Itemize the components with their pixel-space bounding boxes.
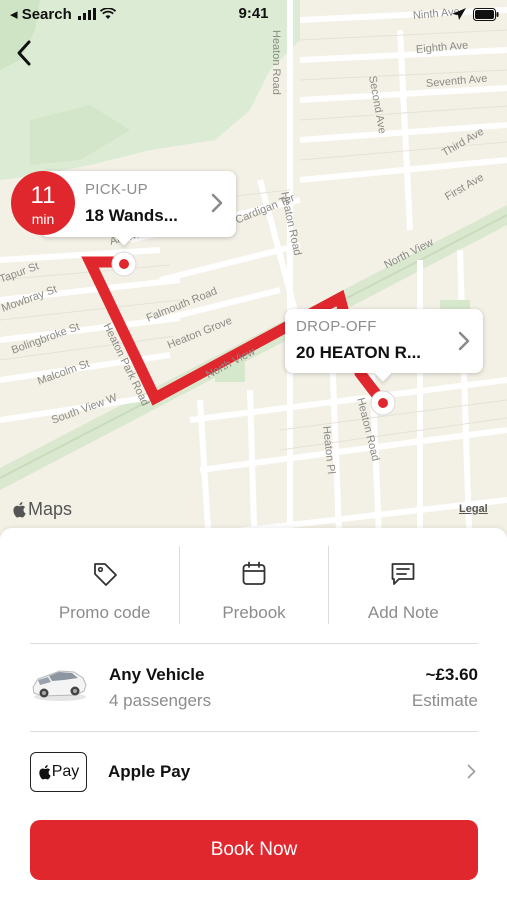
apple-maps-logo: Maps	[12, 499, 72, 520]
payment-method-row[interactable]: Pay Apple Pay	[30, 750, 478, 794]
divider	[30, 731, 478, 732]
add-note-button[interactable]: Add Note	[329, 546, 478, 626]
legal-link[interactable]: Legal	[459, 503, 488, 515]
wifi-icon	[100, 8, 116, 19]
status-bar: ◂ Search 9:41	[0, 0, 507, 28]
battery-icon	[473, 7, 499, 21]
apple-logo-icon	[39, 765, 51, 780]
payment-method-label: Apple Pay	[108, 762, 191, 781]
street-label: Heaton Road	[270, 30, 282, 95]
signal-wifi-icons	[78, 8, 116, 20]
location-arrow-icon	[452, 8, 466, 20]
status-time: 9:41	[238, 5, 269, 22]
eta-minutes: 11	[30, 182, 56, 209]
back-chevron-icon[interactable]	[10, 38, 40, 68]
fare-price: ~£3.60	[425, 665, 478, 684]
dropoff-callout[interactable]: DROP-OFF 20 HEATON R...	[285, 309, 483, 382]
status-icons	[451, 6, 499, 22]
tag-icon	[93, 563, 117, 586]
apple-pay-badge: Pay	[30, 752, 87, 792]
dropoff-address: 20 HEATON R...	[296, 343, 422, 362]
vehicle-name: Any Vehicle	[109, 665, 205, 684]
quick-actions: Promo code Prebook Add Note	[30, 546, 478, 626]
note-icon	[391, 563, 415, 585]
vehicle-passengers: 4 passengers	[109, 691, 212, 710]
eta-badge: 11 min	[11, 171, 75, 235]
dropoff-label: DROP-OFF	[296, 318, 377, 335]
maps-brand-text: Maps	[28, 499, 73, 519]
car-icon	[32, 670, 87, 701]
pickup-label: PICK-UP	[85, 181, 148, 198]
book-now-button[interactable]: Book Now	[30, 820, 478, 880]
map-view[interactable]: Heaton Road Ninth Ave Eighth Ave Second …	[0, 0, 507, 560]
pickup-address: 18 Wands...	[85, 206, 178, 225]
divider	[328, 546, 329, 624]
apple-pay-badge-text: Pay	[51, 763, 80, 780]
chevron-right-icon	[458, 331, 470, 351]
divider	[30, 643, 478, 644]
apple-logo-icon	[13, 502, 26, 518]
chevron-right-icon	[467, 764, 476, 779]
divider	[179, 546, 180, 624]
fare-estimate-label: Estimate	[411, 691, 478, 710]
pickup-pin	[111, 251, 137, 277]
promo-code-button[interactable]: Promo code	[30, 546, 179, 626]
promo-code-label: Promo code	[58, 603, 151, 622]
calendar-icon	[242, 561, 266, 585]
booking-sheet: Promo code Prebook Add Note Any Vehicle …	[0, 528, 507, 900]
dropoff-pin	[370, 390, 396, 416]
prebook-label: Prebook	[222, 603, 286, 622]
chevron-right-icon	[211, 193, 223, 213]
prebook-button[interactable]: Prebook	[179, 546, 328, 626]
eta-unit: min	[31, 211, 55, 227]
add-note-label: Add Note	[367, 603, 439, 622]
cellular-signal-icon	[78, 8, 96, 20]
vehicle-option[interactable]: Any Vehicle 4 passengers ~£3.60 Estimate	[30, 653, 478, 723]
